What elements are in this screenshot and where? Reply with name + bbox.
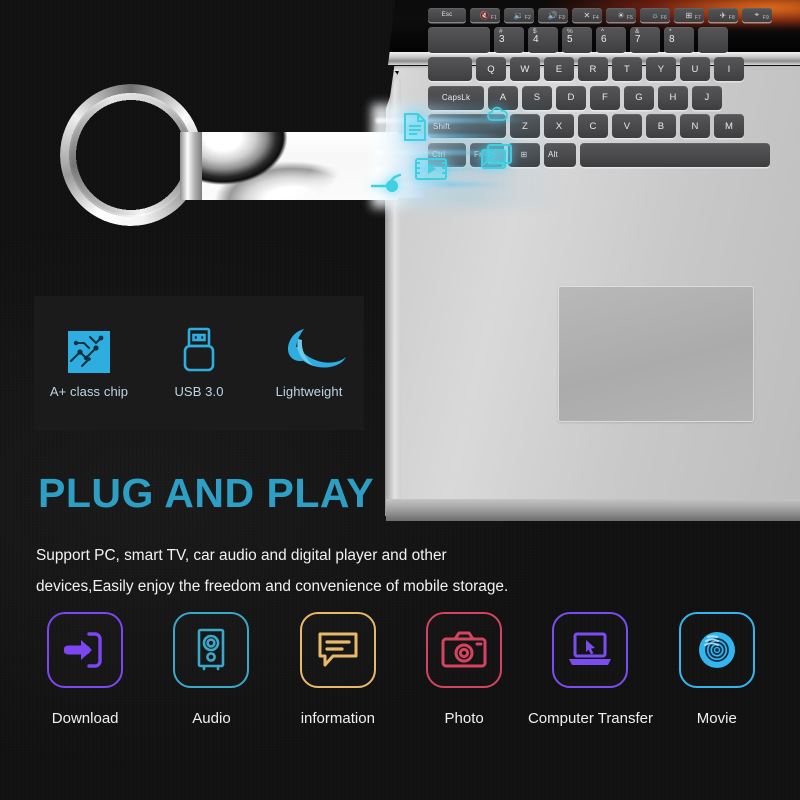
key-capslock[interactable]: CapsLk [428,85,484,110]
keyboard-row-shift: Shift Z X C V B N M [428,114,800,138]
use-case-label: Download [51,710,119,727]
key-d[interactable]: D [556,85,586,110]
key-space[interactable] [580,142,770,167]
key-esc[interactable]: Esc [428,8,466,22]
camera-icon[interactable] [426,612,503,688]
key-fn[interactable]: Fn [470,142,504,167]
key-b[interactable]: B [646,114,676,138]
keyboard-row-qwerty: Q W E R T Y U I [428,57,800,81]
feature-label: Lightweight [275,384,343,399]
key-f6[interactable]: F6 ☼ [640,8,670,22]
feather-icon [270,327,348,373]
use-case-label: Audio [192,710,231,727]
key-u[interactable]: U [680,57,710,81]
use-case-movie[interactable]: Movie [654,612,780,727]
key-v[interactable]: V [612,114,642,138]
product-banner: Esc F1 🔇 F2 🔉 F3 🔊 F4 ✕ F5 ☀ F6 ☼ F7 ⊞ F8 ✈ F9 ⌖ … [0,0,800,800]
use-case-label: Photo [444,710,484,727]
laptop-cursor-icon[interactable] [552,612,629,688]
key-f9[interactable]: F9 ⌖ [742,8,772,22]
description-line-2: devices,Easily enjoy the freedom and con… [36,578,509,595]
key-tab[interactable] [428,57,472,81]
disc-icon[interactable] [678,612,755,688]
key-e[interactable]: E [544,57,574,81]
key-6[interactable]: ^ 6 [596,26,626,53]
keyboard: Esc F1 🔇 F2 🔉 F3 🔊 F4 ✕ F5 ☀ F6 ☼ F7 ⊞ F8 ✈ F9 ⌖ … [428,8,800,171]
key-w[interactable]: W [510,57,540,81]
feature-item-usb: USB 3.0 [144,296,254,430]
feature-label: A+ class chip [49,384,129,399]
key-f7[interactable]: F7 ⊞ [674,8,704,22]
key-g[interactable]: G [624,85,654,110]
key-4[interactable]: $4 [528,26,558,53]
key-alt[interactable]: Alt [544,142,576,167]
use-case-information[interactable]: information [275,612,401,727]
keyboard-row-home: CapsLk A S D F G H J [428,85,800,110]
key-x[interactable]: X [544,114,574,138]
laptop-illustration: Esc F1 🔇 F2 🔉 F3 🔊 F4 ✕ F5 ☀ F6 ☼ F7 ⊞ F8 ✈ F9 ⌖ … [385,0,800,524]
key-numrow-left[interactable] [428,26,490,53]
use-case-label: Movie [696,710,737,727]
description-text: Support PC, smart TV, car audio and digi… [36,540,556,602]
key-f1[interactable]: F1 🔇 [470,8,500,22]
key-7[interactable]: & 7 [630,26,660,53]
key-shift[interactable]: Shift [428,114,506,138]
key-3[interactable]: #3 [494,26,524,53]
key-c[interactable]: C [578,114,608,138]
speaker-icon[interactable] [173,612,250,688]
key-8[interactable]: * 8 [664,26,694,53]
use-case-icon-row: Download Audio information Photo Compute… [22,612,780,727]
key-h[interactable]: H [658,85,688,110]
feature-item-chip: A+ class chip [34,296,144,430]
usb-connector-icon [182,327,216,373]
usb-drive-collar [180,132,204,200]
download-arrow-icon[interactable] [47,612,124,688]
use-case-photo[interactable]: Photo [401,612,527,727]
key-m[interactable]: M [714,114,744,138]
key-f2[interactable]: F2 🔉 [504,8,534,22]
use-case-label: Computer Transfer [527,710,653,727]
key-f5[interactable]: F5 ☀ [606,8,636,22]
keyring-inner [65,89,197,221]
key-ctrl[interactable]: Ctrl [428,142,466,167]
feature-label: USB 3.0 [174,384,224,399]
laptop-base-front-edge [386,499,800,521]
key-f[interactable]: F [590,85,620,110]
usb-connector-tip [392,134,426,198]
description-line-1: Support PC, smart TV, car audio and digi… [36,547,447,564]
use-case-label: information [300,710,375,727]
usb-drive-body [202,132,398,200]
key-q[interactable]: Q [476,57,506,81]
key-i[interactable]: I [714,57,744,81]
key-5[interactable]: % 5 [562,26,592,53]
usb-flash-drive [52,72,426,242]
key-r[interactable]: R [578,57,608,81]
usb-drive-highlight [202,132,346,200]
circuit-chip-icon [68,327,110,373]
key-j[interactable]: J [692,85,722,110]
use-case-computer-transfer[interactable]: Computer Transfer [527,612,653,727]
key-s[interactable]: S [522,85,552,110]
use-case-download[interactable]: Download [22,612,148,727]
key-a[interactable]: A [488,85,518,110]
keyboard-row-modifiers: Ctrl Fn ⊞ Alt [428,142,800,167]
chat-bubble-icon[interactable] [299,612,376,688]
key-y[interactable]: Y [646,57,676,81]
key-9[interactable] [698,26,728,53]
key-n[interactable]: N [680,114,710,138]
key-windows[interactable]: ⊞ [508,142,540,167]
key-f8[interactable]: F8 ✈ [708,8,738,22]
keyboard-row-function: Esc F1 🔇 F2 🔉 F3 🔊 F4 ✕ F5 ☀ F6 ☼ F7 ⊞ F8 ✈ F9 ⌖ [428,8,800,22]
use-case-audio[interactable]: Audio [148,612,274,727]
keyboard-row-numbers: #3 $4 % 5 ^ 6 & 7 * 8 [428,26,800,53]
key-t[interactable]: T [612,57,642,81]
page-title: PLUG AND PLAY [38,470,375,516]
feature-item-lightweight: Lightweight [254,296,364,430]
key-f3[interactable]: F3 🔊 [538,8,568,22]
key-z[interactable]: Z [510,114,540,138]
feature-panel: A+ class chip USB 3.0 Lightweight [34,296,364,430]
laptop-trackpad[interactable] [558,286,754,422]
key-f4[interactable]: F4 ✕ [572,8,602,22]
